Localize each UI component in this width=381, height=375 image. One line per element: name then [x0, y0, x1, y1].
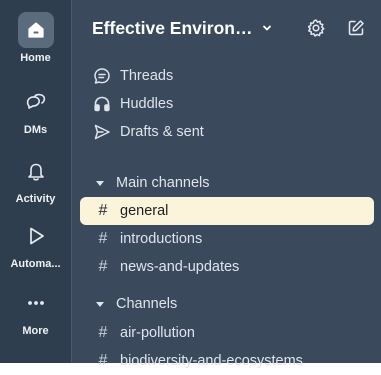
channel-introductions[interactable]: # introductions: [80, 225, 374, 253]
nav-threads[interactable]: Threads: [92, 64, 173, 88]
hash-icon: #: [98, 258, 108, 275]
rail-activity-label: Activity: [15, 193, 56, 205]
hash-icon: #: [98, 230, 108, 247]
channel-label: air-pollution: [120, 325, 195, 341]
compose-icon[interactable]: [344, 16, 368, 40]
channel-label: biodiversity-and-ecosystems: [120, 353, 303, 369]
hash-icon: #: [98, 352, 108, 369]
channel-label: news-and-updates: [120, 259, 240, 275]
channel-air-pollution[interactable]: # air-pollution: [80, 319, 374, 347]
nav-threads-label: Threads: [120, 68, 174, 84]
channel-news-and-updates[interactable]: # news-and-updates: [80, 253, 374, 281]
send-icon: [92, 122, 112, 142]
workspace-name[interactable]: Effective Environment Slack: [92, 18, 254, 39]
bell-icon: [18, 153, 54, 189]
channel-biodiversity-and-ecosystems[interactable]: # biodiversity-and-ecosystems: [80, 347, 374, 375]
section-main-channels[interactable]: Main channels: [94, 172, 210, 194]
rail-more-label: More: [22, 325, 49, 337]
nav-drafts[interactable]: Drafts & sent: [92, 120, 204, 144]
channel-label: introductions: [120, 231, 203, 247]
caret-down-icon: [94, 299, 106, 309]
play-icon: [18, 218, 54, 254]
section-main-channels-title: Main channels: [116, 175, 210, 191]
rail-home[interactable]: Home: [0, 12, 71, 64]
section-channels-title: Channels: [116, 296, 178, 312]
chevron-down-icon[interactable]: [260, 21, 274, 35]
channel-sidebar: Effective Environment Slack Th: [71, 0, 381, 369]
rail-activity[interactable]: Activity: [0, 153, 71, 205]
rail-automations[interactable]: Automa...: [0, 218, 71, 270]
section-channels[interactable]: Channels: [94, 293, 177, 315]
workspace-header: Effective Environment Slack: [92, 14, 370, 42]
home-icon: [17, 12, 54, 48]
rail-home-label: Home: [20, 52, 51, 64]
channel-general[interactable]: # general: [80, 197, 374, 225]
more-icon: [18, 285, 54, 321]
hash-icon: #: [98, 324, 108, 341]
rail-automations-label: Automa...: [10, 258, 61, 270]
nav-huddles-label: Huddles: [120, 96, 174, 112]
hash-icon: #: [98, 202, 108, 219]
rail-dms-label: DMs: [23, 124, 48, 136]
threads-icon: [92, 66, 112, 86]
workspace-rail: Home DMs Activity Automa... More: [0, 0, 71, 363]
rail-dms[interactable]: DMs: [0, 84, 71, 136]
gear-icon[interactable]: [304, 16, 328, 40]
caret-down-icon: [94, 178, 106, 188]
rail-more[interactable]: More: [0, 285, 71, 337]
nav-drafts-label: Drafts & sent: [120, 124, 204, 140]
headphones-icon: [92, 94, 112, 114]
dms-icon: [18, 84, 54, 120]
nav-huddles[interactable]: Huddles: [92, 92, 173, 116]
channel-label: general: [120, 203, 169, 219]
